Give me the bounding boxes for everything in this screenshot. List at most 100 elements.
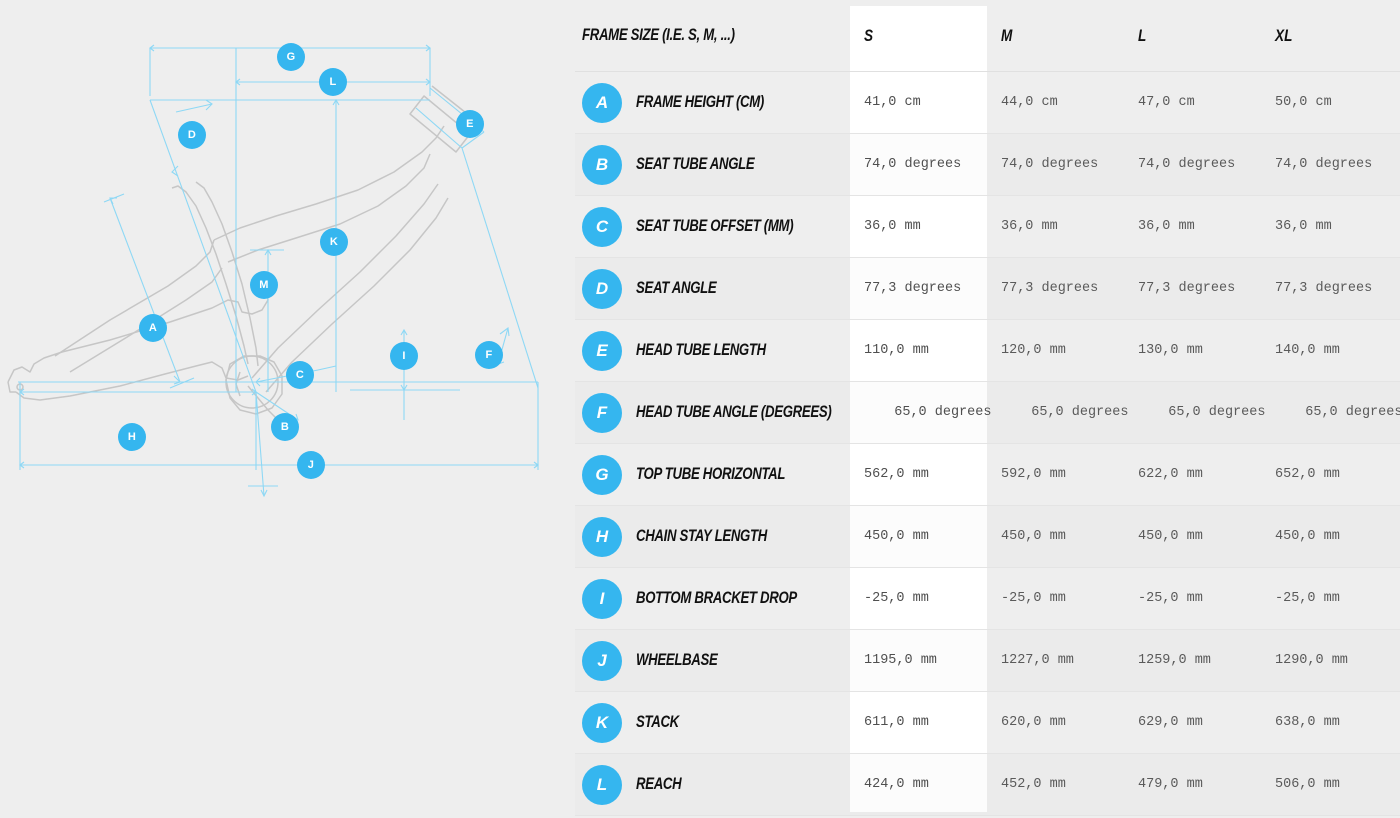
row-badge-f[interactable]: F (582, 392, 622, 433)
cell-xl: 638,0 mm (1275, 715, 1340, 730)
cell-xl: 506,0 mm (1275, 777, 1340, 792)
cell-l: -25,0 mm (1138, 591, 1203, 606)
cell-xl: 65,0 degrees (1305, 405, 1400, 420)
row-label: SEAT ANGLE (636, 279, 717, 297)
cell-xl: 36,0 mm (1275, 219, 1332, 234)
diagram-badge-layer: GL D E K M A C I F B H J (0, 0, 575, 818)
row-badge-j[interactable]: J (582, 640, 622, 681)
size-column-header-l[interactable]: L (1124, 0, 1261, 71)
cell-l: 77,3 degrees (1138, 281, 1236, 296)
row-label-cell: H CHAIN STAY LENGTH (575, 506, 850, 567)
cell-l: 65,0 degrees (1168, 405, 1266, 420)
row-label: HEAD TUBE LENGTH (636, 341, 766, 359)
diagram-badge-g[interactable]: G (277, 43, 305, 71)
row-label-cell: A FRAME HEIGHT (CM) (575, 72, 850, 133)
cell-m: 77,3 degrees (1001, 281, 1099, 296)
geometry-table-panel: FRAME SIZE (I.E. S, M, ...) S M L XL A FRAME H… (575, 0, 1400, 818)
cell-s: 41,0 cm (864, 95, 921, 110)
row-label-cell: C SEAT TUBE OFFSET (MM) (575, 196, 850, 257)
table-row: H CHAIN STAY LENGTH 450,0 mm 450,0 mm 450,0 … (575, 506, 1400, 568)
cell-s: 562,0 mm (864, 467, 929, 482)
cell-s: 110,0 mm (864, 343, 929, 358)
cell-xl: 50,0 cm (1275, 95, 1332, 110)
diagram-badge-l[interactable]: L (319, 68, 347, 96)
cell-m: 452,0 mm (1001, 777, 1066, 792)
diagram-badge-d[interactable]: D (178, 121, 206, 149)
geometry-chart-page: GLDEKMACIFBHJ FRAME SIZE (I.E. S, M, ...… (0, 0, 1400, 818)
diagram-badge-i[interactable]: I (390, 342, 418, 370)
row-badge-b[interactable]: B (582, 144, 622, 185)
row-label: BOTTOM BRACKET DROP (636, 589, 797, 607)
table-row: G TOP TUBE HORIZONTAL 562,0 mm 592,0 mm 622,… (575, 444, 1400, 506)
row-badge-a[interactable]: A (582, 82, 622, 123)
table-row: F HEAD TUBE ANGLE (DEGREES) 65,0 degrees 65… (575, 382, 1400, 444)
table-header-row: FRAME SIZE (I.E. S, M, ...) S M L XL (575, 0, 1400, 72)
cell-m: 120,0 mm (1001, 343, 1066, 358)
row-label-cell: I BOTTOM BRACKET DROP (575, 568, 850, 629)
cell-m: 65,0 degrees (1031, 405, 1129, 420)
diagram-badge-e[interactable]: E (456, 110, 484, 138)
cell-m: -25,0 mm (1001, 591, 1066, 606)
size-column-header-text: M (1001, 25, 1013, 45)
row-label-cell: G TOP TUBE HORIZONTAL (575, 444, 850, 505)
cell-s: 450,0 mm (864, 529, 929, 544)
row-label: SEAT TUBE ANGLE (636, 155, 755, 173)
cell-s: 65,0 degrees (894, 405, 992, 420)
cell-m: 450,0 mm (1001, 529, 1066, 544)
size-column-header-m[interactable]: M (987, 0, 1124, 71)
diagram-badge-b[interactable]: B (271, 413, 299, 441)
bike-geometry-diagram: GL D E K M A C I F B H J (0, 0, 575, 818)
cell-l: 47,0 cm (1138, 95, 1195, 110)
cell-xl: 1290,0 mm (1275, 653, 1348, 668)
cell-l: 629,0 mm (1138, 715, 1203, 730)
table-row: J WHEELBASE 1195,0 mm 1227,0 mm 1259,0 mm 129… (575, 630, 1400, 692)
table-row: I BOTTOM BRACKET DROP -25,0 mm -25,0 mm -25,… (575, 568, 1400, 630)
row-label-cell: B SEAT TUBE ANGLE (575, 134, 850, 195)
diagram-badge-k[interactable]: K (320, 228, 348, 256)
row-badge-d[interactable]: D (582, 268, 622, 309)
row-badge-k[interactable]: K (582, 702, 622, 743)
row-label: STACK (636, 713, 679, 731)
row-badge-g[interactable]: G (582, 454, 622, 495)
cell-xl: 74,0 degrees (1275, 157, 1373, 172)
table-row: D SEAT ANGLE 77,3 degrees 77,3 degrees 77,3 … (575, 258, 1400, 320)
cell-xl: -25,0 mm (1275, 591, 1340, 606)
diagram-badge-m[interactable]: M (250, 271, 278, 299)
row-label-cell: K STACK (575, 692, 850, 753)
cell-s: 424,0 mm (864, 777, 929, 792)
cell-l: 1259,0 mm (1138, 653, 1211, 668)
geometry-table: FRAME SIZE (I.E. S, M, ...) S M L XL A FRAME H… (575, 0, 1400, 816)
size-column-header-xl[interactable]: XL (1261, 0, 1398, 71)
size-column-header-text: XL (1275, 25, 1293, 45)
size-column-header-text: S (864, 25, 874, 45)
diagram-badge-f[interactable]: F (475, 341, 503, 369)
cell-l: 622,0 mm (1138, 467, 1203, 482)
row-label: TOP TUBE HORIZONTAL (636, 465, 786, 483)
cell-m: 1227,0 mm (1001, 653, 1074, 668)
table-row: K STACK 611,0 mm 620,0 mm 629,0 mm 638,0 mm (575, 692, 1400, 754)
cell-s: 611,0 mm (864, 715, 929, 730)
row-label: REACH (636, 775, 682, 793)
diagram-badge-j[interactable]: J (297, 451, 325, 479)
row-label-cell: J WHEELBASE (575, 630, 850, 691)
size-column-header-s[interactable]: S (850, 0, 987, 71)
cell-l: 450,0 mm (1138, 529, 1203, 544)
cell-xl: 450,0 mm (1275, 529, 1340, 544)
row-badge-c[interactable]: C (582, 206, 622, 247)
size-column-header-text: L (1138, 25, 1147, 45)
frame-size-header-label: FRAME SIZE (I.E. S, M, ...) (582, 26, 735, 44)
table-row: C SEAT TUBE OFFSET (MM) 36,0 mm 36,0 mm 36,0… (575, 196, 1400, 258)
row-label-cell: D SEAT ANGLE (575, 258, 850, 319)
row-badge-l[interactable]: L (582, 764, 622, 805)
row-badge-e[interactable]: E (582, 330, 622, 371)
row-label-cell: L REACH (575, 754, 850, 815)
diagram-badge-c[interactable]: C (286, 361, 314, 389)
cell-m: 36,0 mm (1001, 219, 1058, 234)
row-badge-h[interactable]: H (582, 516, 622, 557)
diagram-badge-h[interactable]: H (118, 423, 146, 451)
row-label: SEAT TUBE OFFSET (MM) (636, 217, 794, 235)
row-badge-i[interactable]: I (582, 578, 622, 619)
table-row: E HEAD TUBE LENGTH 110,0 mm 120,0 mm 130,0 m… (575, 320, 1400, 382)
diagram-badge-a[interactable]: A (139, 314, 167, 342)
cell-l: 130,0 mm (1138, 343, 1203, 358)
